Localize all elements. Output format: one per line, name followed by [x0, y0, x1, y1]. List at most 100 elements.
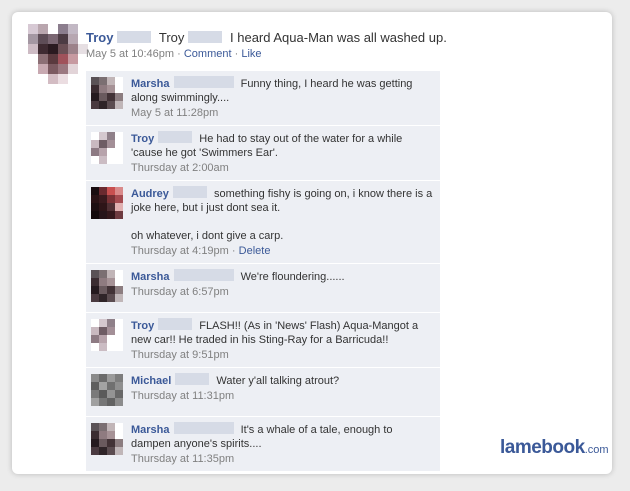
- avatar-pixel: [115, 77, 123, 85]
- avatar-pixel: [115, 93, 123, 101]
- avatar-pixel: [91, 319, 99, 327]
- avatar-pixel: [115, 423, 123, 431]
- avatar-pixel: [107, 382, 115, 390]
- comment-item: Troy He had to stay out of the water for…: [86, 126, 440, 181]
- avatar-pixel: [99, 211, 107, 219]
- avatar-pixel: [28, 74, 38, 84]
- comment-item: Michael Water y'all talking atrout? Thurs…: [86, 368, 440, 417]
- commenter-avatar[interactable]: [91, 77, 123, 109]
- avatar-pixel: [99, 343, 107, 351]
- avatar-pixel: [99, 327, 107, 335]
- commenter-avatar[interactable]: [91, 270, 123, 302]
- avatar-pixel: [107, 374, 115, 382]
- comment-list: Marsha Funny thing, I heard he was getti…: [86, 71, 440, 472]
- comment-body: Marsha We're floundering...... Thursday a…: [131, 264, 440, 304]
- avatar-pixel: [48, 34, 58, 44]
- avatar-pixel: [99, 187, 107, 195]
- commenter-name[interactable]: Marsha: [131, 424, 170, 436]
- redacted-surname: [158, 318, 193, 330]
- avatar-pixel: [107, 77, 115, 85]
- avatar-pixel: [115, 278, 123, 286]
- avatar-pixel: [99, 140, 107, 148]
- avatar-pixel: [68, 54, 78, 64]
- poster-avatar[interactable]: [28, 24, 88, 84]
- avatar-pixel: [99, 77, 107, 85]
- commenter-avatar[interactable]: [91, 423, 123, 455]
- post-author-link[interactable]: Troy: [86, 30, 113, 45]
- post-timestamp: May 5 at 10:46pm: [86, 48, 175, 60]
- avatar-pixel: [91, 398, 99, 406]
- commenter-avatar[interactable]: [91, 319, 123, 351]
- like-link[interactable]: Like: [241, 48, 261, 60]
- avatar-pixel: [91, 278, 99, 286]
- avatar-pixel: [91, 93, 99, 101]
- avatar-pixel: [107, 85, 115, 93]
- avatar-pixel: [38, 64, 48, 74]
- commenter-name[interactable]: Marsha: [131, 78, 170, 90]
- avatar-pixel: [99, 439, 107, 447]
- avatar-pixel: [107, 211, 115, 219]
- commenter-name[interactable]: Michael: [131, 375, 171, 387]
- avatar-pixel: [115, 187, 123, 195]
- avatar-pixel: [91, 286, 99, 294]
- avatar-pixel: [91, 270, 99, 278]
- avatar-pixel: [28, 34, 38, 44]
- avatar-pixel: [58, 34, 68, 44]
- comment-item: Audrey something fishy is going on, i kn…: [86, 181, 440, 264]
- commenter-name[interactable]: Audrey: [131, 188, 169, 200]
- avatar-pixel: [28, 44, 38, 54]
- post-card: Troy Troy I heard Aqua-Man was all washe…: [12, 12, 612, 474]
- comment-item: Marsha Funny thing, I heard he was getti…: [86, 71, 440, 126]
- avatar-pixel: [38, 24, 48, 34]
- avatar-pixel: [68, 74, 78, 84]
- avatar-pixel: [91, 77, 99, 85]
- post-meta: May 5 at 10:46pm · Comment · Like: [86, 48, 262, 60]
- comment-meta: Thursday at 11:35pm: [131, 452, 434, 466]
- commenter-avatar[interactable]: [91, 187, 123, 219]
- avatar-pixel: [91, 390, 99, 398]
- avatar-pixel: [38, 54, 48, 64]
- avatar-pixel: [48, 74, 58, 84]
- avatar-pixel: [115, 382, 123, 390]
- avatar-pixel: [115, 319, 123, 327]
- commenter-avatar[interactable]: [91, 132, 123, 164]
- comment-item: Marsha We're floundering...... Thursday a…: [86, 264, 440, 313]
- avatar-pixel: [115, 195, 123, 203]
- avatar-pixel: [107, 343, 115, 351]
- avatar-pixel: [91, 148, 99, 156]
- avatar-pixel: [99, 195, 107, 203]
- avatar-pixel: [115, 327, 123, 335]
- avatar-pixel: [99, 270, 107, 278]
- commenter-avatar[interactable]: [91, 374, 123, 406]
- avatar-pixel: [107, 286, 115, 294]
- avatar-pixel: [107, 203, 115, 211]
- avatar-pixel: [115, 286, 123, 294]
- avatar-pixel: [115, 390, 123, 398]
- avatar-pixel: [99, 294, 107, 302]
- commenter-name[interactable]: Troy: [131, 133, 154, 145]
- post-header: Troy Troy I heard Aqua-Man was all washe…: [86, 29, 447, 46]
- avatar-pixel: [99, 423, 107, 431]
- avatar-pixel: [107, 398, 115, 406]
- comment-text: We're floundering......: [240, 271, 345, 283]
- commenter-name[interactable]: Troy: [131, 320, 154, 332]
- avatar-pixel: [99, 156, 107, 164]
- avatar-pixel: [115, 447, 123, 455]
- avatar-pixel: [115, 374, 123, 382]
- delete-link[interactable]: Delete: [239, 245, 271, 257]
- avatar-pixel: [91, 211, 99, 219]
- avatar-pixel: [99, 93, 107, 101]
- avatar-pixel: [107, 270, 115, 278]
- avatar-pixel: [115, 439, 123, 447]
- avatar-pixel: [115, 85, 123, 93]
- avatar-pixel: [99, 132, 107, 140]
- avatar-pixel: [28, 64, 38, 74]
- avatar-pixel: [91, 187, 99, 195]
- redacted-surname: [158, 131, 193, 143]
- avatar-pixel: [58, 64, 68, 74]
- avatar-pixel: [68, 24, 78, 34]
- comment-link[interactable]: Comment: [184, 48, 232, 60]
- redacted-surname: [173, 269, 234, 281]
- avatar-pixel: [48, 54, 58, 64]
- commenter-name[interactable]: Marsha: [131, 271, 170, 283]
